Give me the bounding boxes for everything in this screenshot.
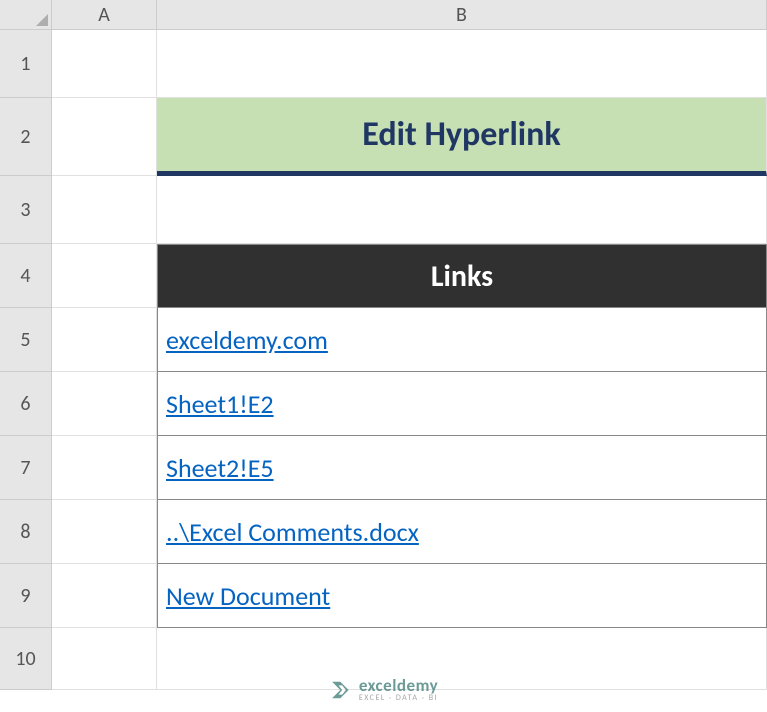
cell-b6[interactable]: Sheet1!E2 (157, 372, 767, 436)
cell-b5[interactable]: exceldemy.com (157, 308, 767, 372)
watermark-text-block: exceldemy EXCEL · DATA · BI (359, 677, 438, 702)
hyperlink-sheet1[interactable]: Sheet1!E2 (166, 388, 274, 420)
cell-a1[interactable] (52, 30, 157, 98)
table-header-cell[interactable]: Links (157, 244, 767, 308)
cell-a10[interactable] (52, 628, 157, 690)
hyperlink-sheet2[interactable]: Sheet2!E5 (166, 452, 274, 484)
row-header-4[interactable]: 4 (0, 244, 52, 308)
cell-a4[interactable] (52, 244, 157, 308)
spreadsheet-grid: Edit Hyperlink Links exceldemy.com Sheet… (52, 30, 767, 690)
row-header-5[interactable]: 5 (0, 308, 52, 372)
hyperlink-new-doc[interactable]: New Document (166, 580, 330, 612)
cell-a3[interactable] (52, 176, 157, 244)
cell-b1[interactable] (157, 30, 767, 98)
row-header-9[interactable]: 9 (0, 564, 52, 628)
row-header-10[interactable]: 10 (0, 628, 52, 690)
column-headers-row: A B (52, 0, 767, 30)
table-header-text: Links (431, 258, 493, 295)
row-headers-col: 1 2 3 4 5 6 7 8 9 10 (0, 30, 52, 690)
watermark: exceldemy EXCEL · DATA · BI (329, 677, 438, 702)
row-header-6[interactable]: 6 (0, 372, 52, 436)
column-header-a[interactable]: A (52, 0, 157, 30)
row-header-2[interactable]: 2 (0, 98, 52, 176)
watermark-tagline: EXCEL · DATA · BI (359, 694, 438, 702)
cell-a2[interactable] (52, 98, 157, 176)
watermark-brand: exceldemy (359, 677, 438, 694)
column-header-b[interactable]: B (157, 0, 767, 30)
cell-a8[interactable] (52, 500, 157, 564)
cell-a5[interactable] (52, 308, 157, 372)
cell-b8[interactable]: ..\Excel Comments.docx (157, 500, 767, 564)
row-header-1[interactable]: 1 (0, 30, 52, 98)
title-text: Edit Hyperlink (362, 114, 560, 155)
cell-a7[interactable] (52, 436, 157, 500)
select-all-triangle-icon (36, 14, 48, 26)
cell-b3[interactable] (157, 176, 767, 244)
row-header-8[interactable]: 8 (0, 500, 52, 564)
watermark-logo-icon (329, 679, 351, 701)
cell-a9[interactable] (52, 564, 157, 628)
title-cell[interactable]: Edit Hyperlink (157, 98, 767, 176)
hyperlink-docx[interactable]: ..\Excel Comments.docx (166, 516, 419, 548)
cell-a6[interactable] (52, 372, 157, 436)
select-all-corner[interactable] (0, 0, 52, 30)
row-header-3[interactable]: 3 (0, 176, 52, 244)
cell-b7[interactable]: Sheet2!E5 (157, 436, 767, 500)
row-header-7[interactable]: 7 (0, 436, 52, 500)
cell-b10[interactable] (157, 628, 767, 690)
cell-b9[interactable]: New Document (157, 564, 767, 628)
hyperlink-exceldemy[interactable]: exceldemy.com (166, 324, 328, 356)
